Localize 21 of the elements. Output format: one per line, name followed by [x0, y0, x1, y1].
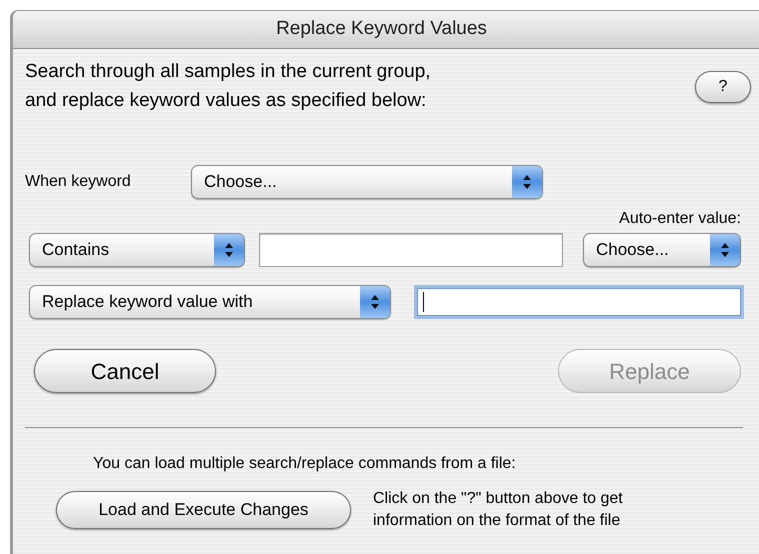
description-text: and replace keyword values as specified below:	[25, 89, 428, 113]
action-popup[interactable]: Replace keyword value with	[29, 285, 391, 319]
cancel-button[interactable]: Cancel	[34, 349, 216, 393]
value-popup[interactable]: Choose...	[583, 233, 741, 267]
description-text: Search through all samples in the current group,	[25, 60, 432, 84]
window-title: Replace Keyword Values	[276, 17, 487, 42]
condition-popup[interactable]: Contains	[29, 233, 245, 267]
help-note: information on the format of the file	[373, 511, 622, 531]
text-field[interactable]	[414, 285, 744, 319]
stepper-icon	[214, 234, 244, 266]
stepper-icon	[710, 234, 740, 266]
field-label: When keyword	[25, 172, 132, 192]
stepper-icon	[512, 166, 542, 198]
field-label: Auto-enter value:	[619, 209, 741, 229]
load-note: You can load multiple search/replace commands from a file:	[93, 455, 516, 472]
help-button[interactable]: ?	[695, 71, 751, 103]
text-field[interactable]	[259, 233, 563, 267]
stepper-icon	[360, 286, 390, 318]
help-note: Click on the "?" button above to get	[373, 489, 623, 509]
keyword-popup[interactable]: Choose...	[191, 165, 543, 199]
load-button[interactable]: Load and Execute Changes	[56, 491, 351, 529]
